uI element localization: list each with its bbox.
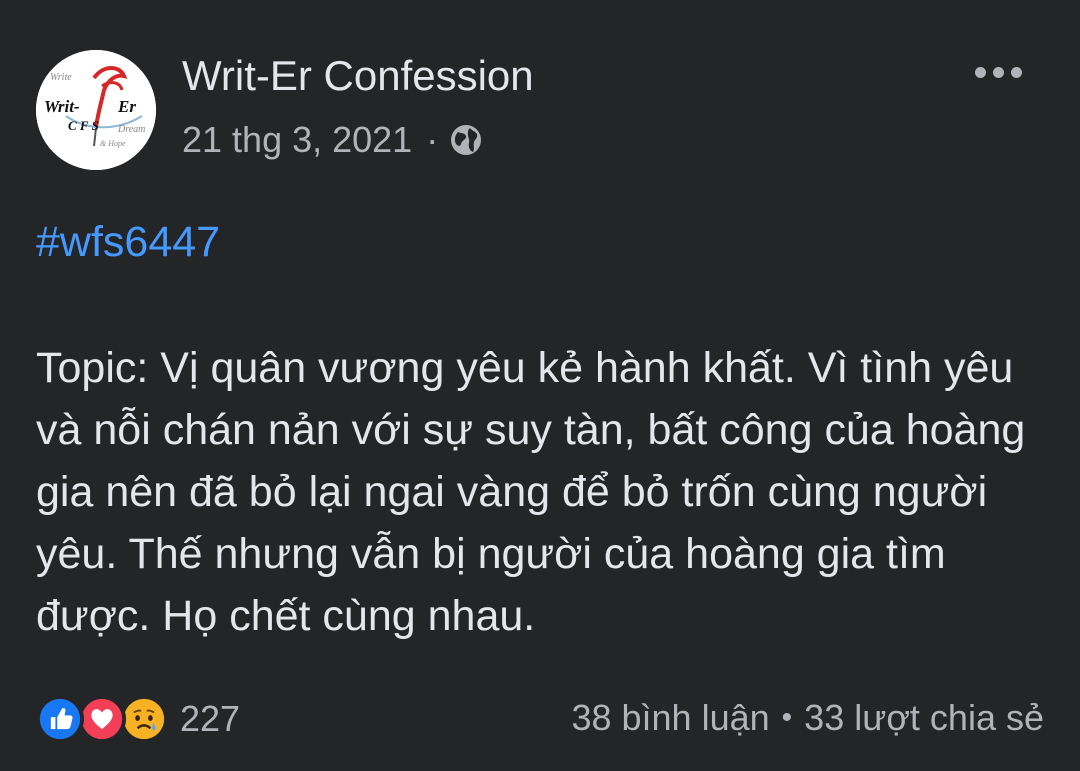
more-options-button[interactable] bbox=[962, 52, 1034, 92]
reaction-count: 227 bbox=[180, 698, 241, 739]
stats-separator: • bbox=[781, 701, 793, 734]
sad-reaction-icon bbox=[120, 695, 168, 743]
post-date-link[interactable]: 21 thg 3, 2021 bbox=[182, 119, 412, 161]
love-reaction-icon bbox=[78, 695, 126, 743]
page-name-link[interactable]: Writ-Er Confession bbox=[182, 52, 534, 100]
logo-cfs-text: C F S bbox=[68, 118, 99, 133]
logo-hope-text: & Hope bbox=[100, 139, 126, 148]
comments-count-link[interactable]: 38 bình luận bbox=[571, 697, 769, 739]
logo-dream-text: Dream bbox=[117, 124, 145, 135]
post-meta: 21 thg 3, 2021 · bbox=[182, 118, 484, 162]
writer-confession-logo: Write Writ- Er C F S Dream & Hope bbox=[36, 50, 156, 170]
page-avatar[interactable]: Write Writ- Er C F S Dream & Hope bbox=[36, 50, 156, 170]
reactions-summary[interactable]: 227 bbox=[36, 694, 240, 744]
post-card: Write Writ- Er C F S Dream & Hope Writ-E… bbox=[0, 0, 1080, 771]
meta-separator: · bbox=[426, 119, 439, 160]
more-dot-icon bbox=[1010, 66, 1022, 78]
like-reaction-icon bbox=[36, 695, 84, 743]
logo-write-text: Write bbox=[50, 72, 72, 83]
hashtag-link[interactable]: #wfs6447 bbox=[36, 218, 220, 267]
shares-count-link[interactable]: 33 lượt chia sẻ bbox=[804, 697, 1044, 739]
logo-er-text: Er bbox=[117, 97, 136, 116]
logo-writ-text: Writ- bbox=[44, 97, 80, 116]
more-dot-icon bbox=[992, 66, 1004, 78]
post-body-text: Topic: Vị quân vương yêu kẻ hành khất. V… bbox=[36, 344, 1026, 640]
globe-icon bbox=[448, 122, 484, 158]
more-dot-icon bbox=[974, 66, 986, 78]
post-stats: 38 bình luận • 33 lượt chia sẻ bbox=[571, 697, 1044, 739]
